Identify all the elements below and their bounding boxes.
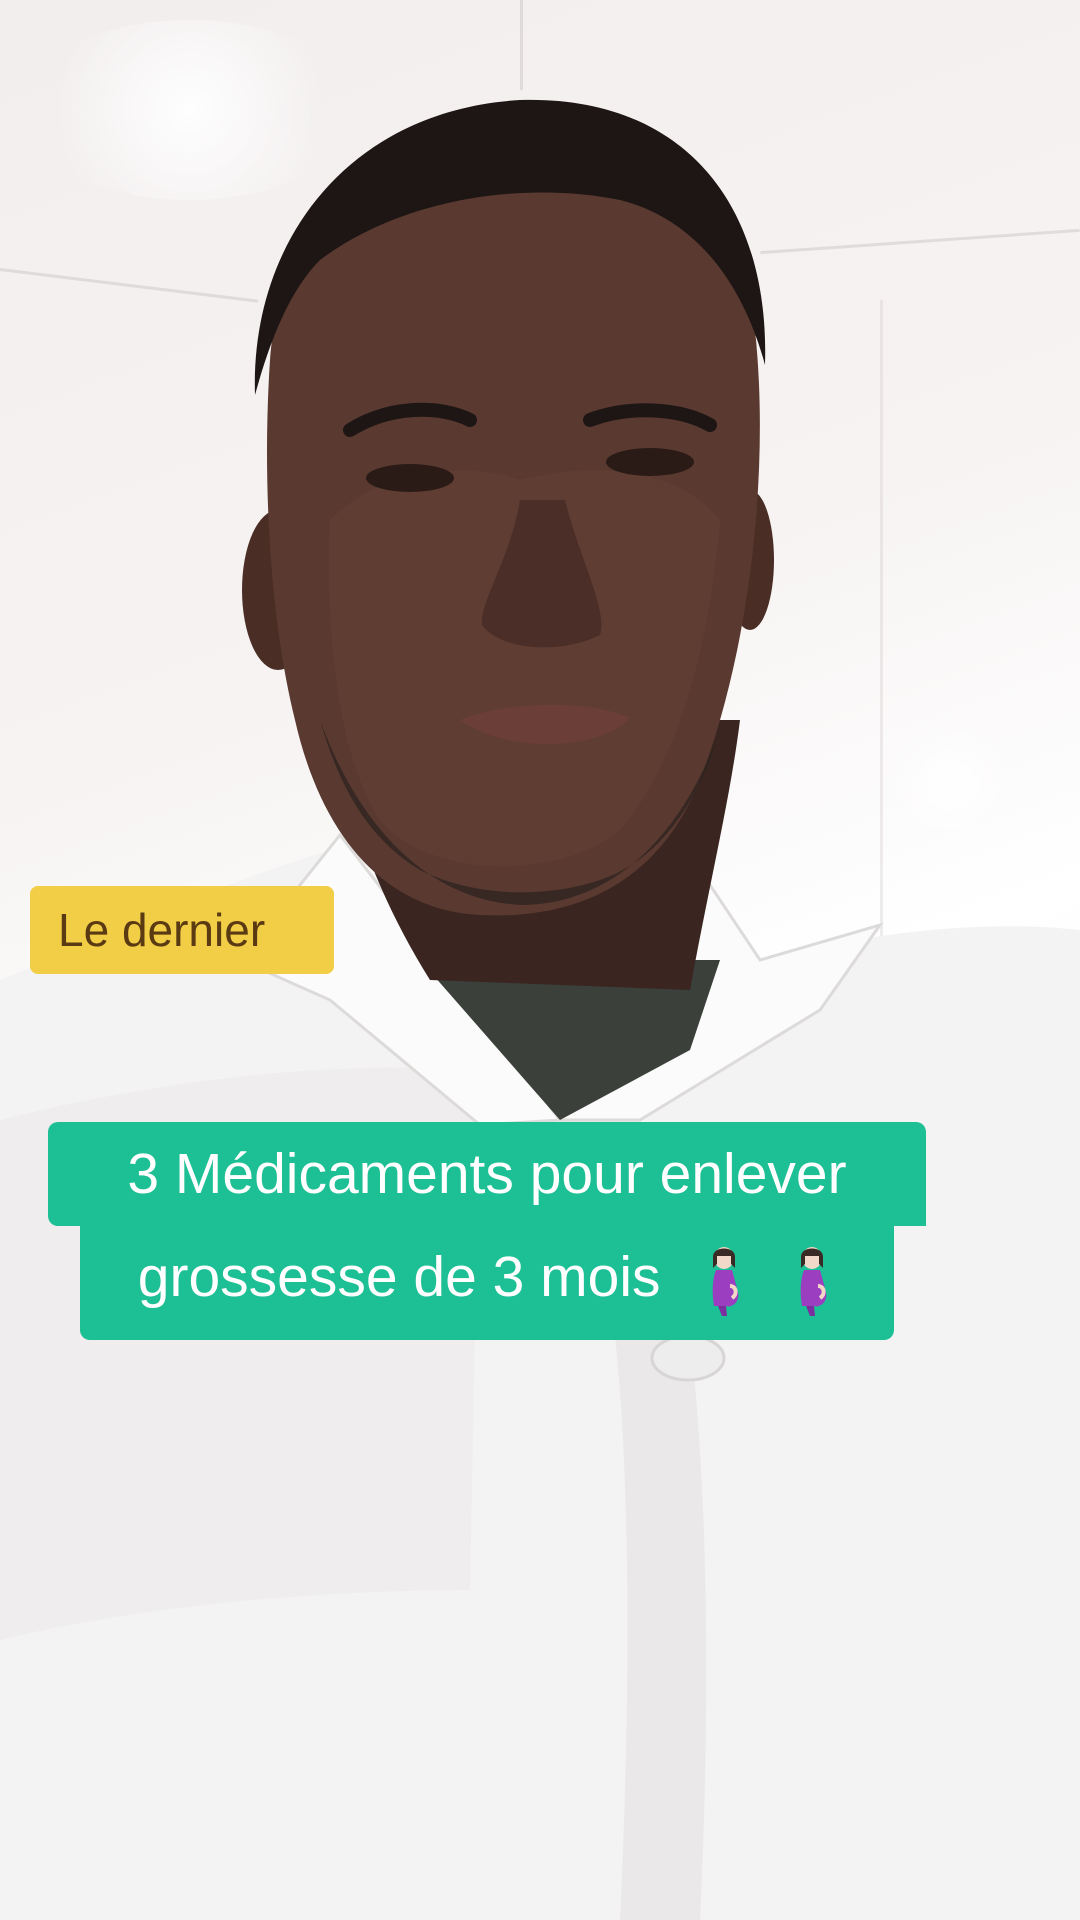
caption-line-1: 3 Médicaments pour enlever (48, 1122, 926, 1226)
right-eye (606, 448, 694, 476)
caption-line-1-text: 3 Médicaments pour enlever (127, 1142, 847, 1206)
tag-text: Le dernier (58, 904, 266, 956)
caption-line-2-text: grossesse de 3 mois (137, 1245, 661, 1309)
tag-label-le-dernier: Le dernier (30, 886, 334, 974)
caption-line-2: grossesse de 3 mois (80, 1222, 894, 1340)
pregnant-woman-icon (713, 1246, 739, 1316)
video-frame[interactable]: Le dernier 3 Médicaments pour enlever gr… (0, 0, 1080, 1920)
left-eye (366, 464, 454, 492)
pregnant-woman-icon-2 (800, 1246, 827, 1316)
